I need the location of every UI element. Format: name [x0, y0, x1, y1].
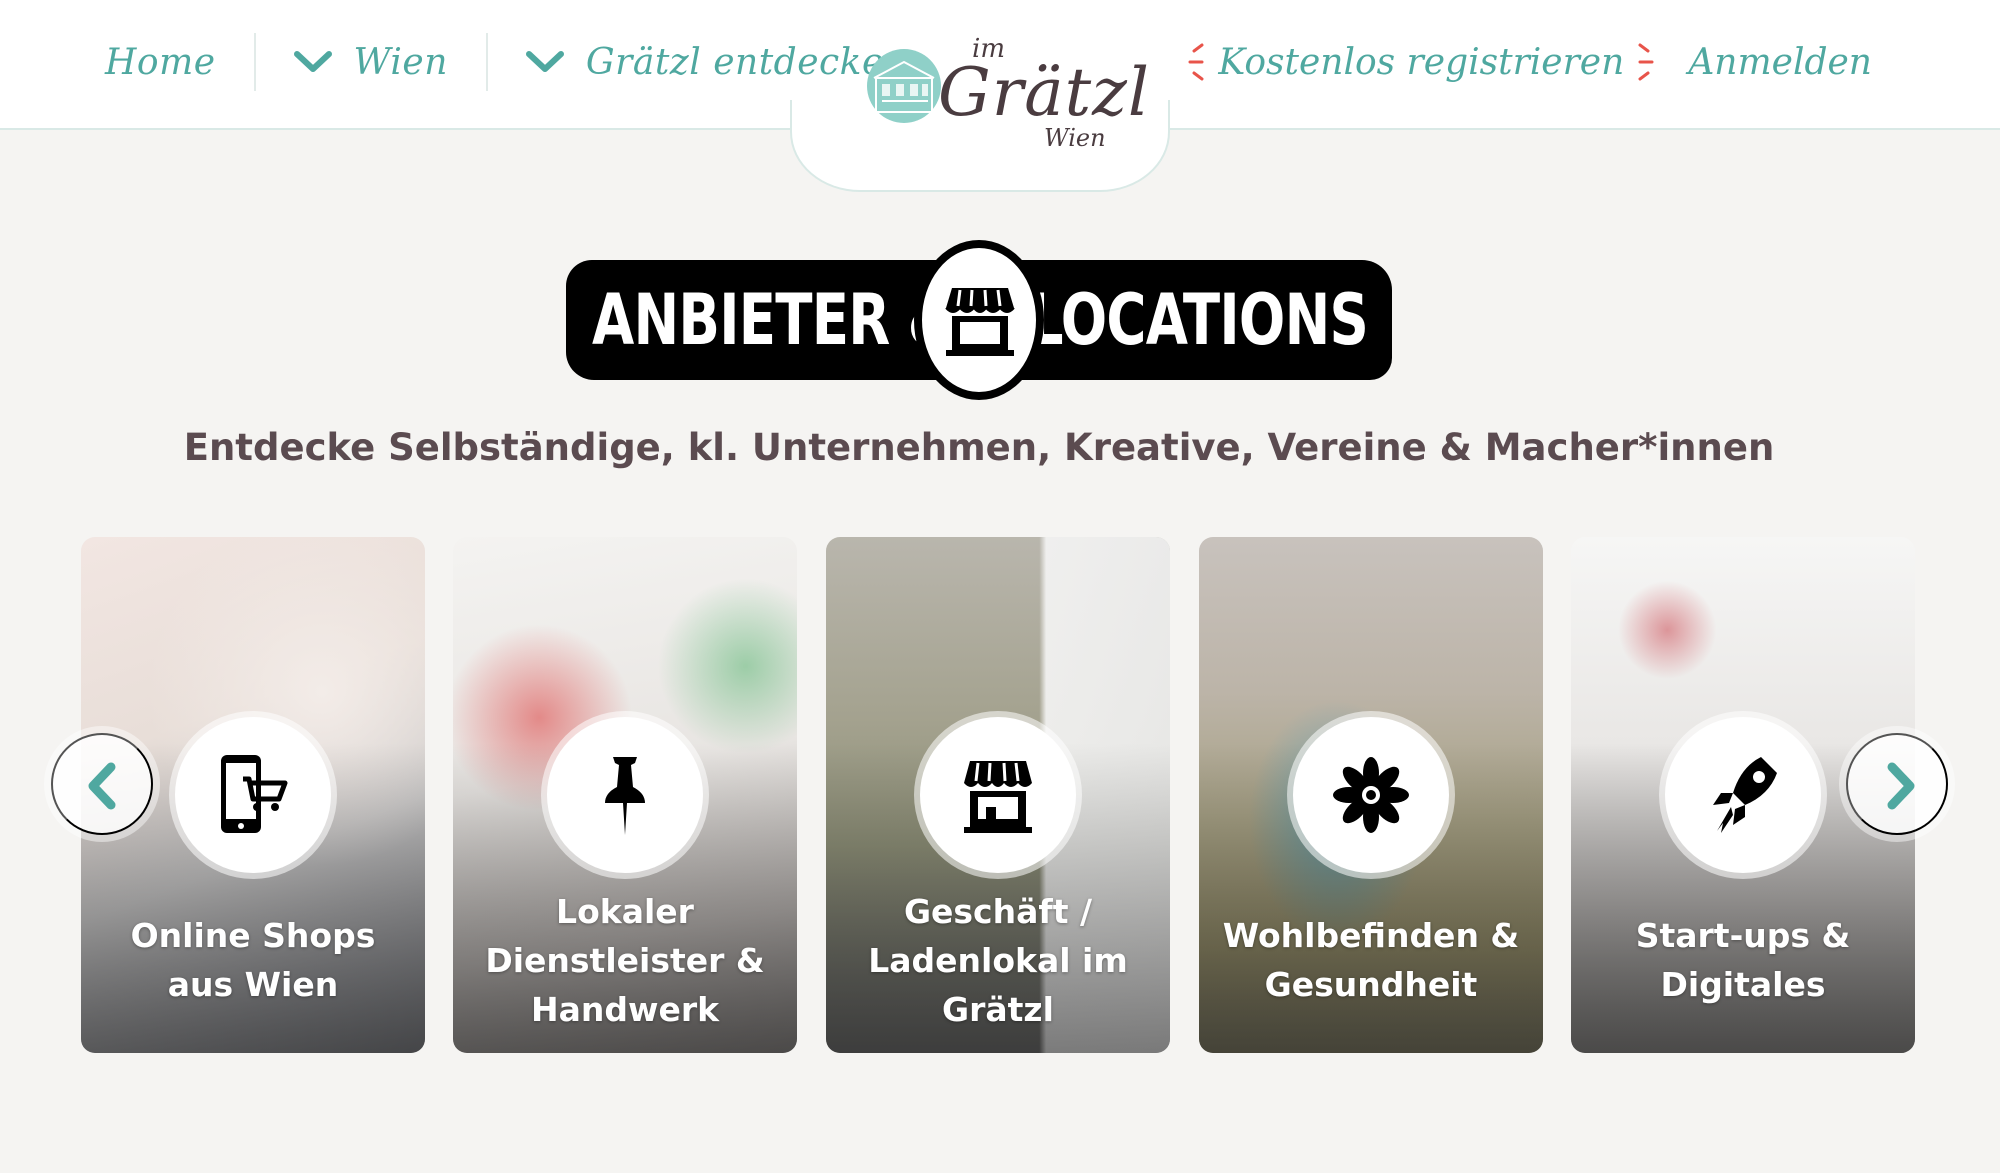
- nav-discover-label: Grätzl entdecken: [585, 41, 908, 83]
- pushpin-icon: [605, 757, 645, 835]
- nav-city-label: Wien: [353, 41, 448, 83]
- login-link[interactable]: Anmelden: [1688, 42, 1872, 83]
- nav-home-link[interactable]: Home: [105, 42, 216, 83]
- mobile-shopping-icon: [221, 755, 288, 833]
- card-label: Geschäft / Ladenlokal im Grätzl: [868, 892, 1128, 1029]
- logo-city: Wien: [1044, 124, 1106, 152]
- nav-city-dropdown[interactable]: Wien: [293, 41, 448, 83]
- card-label: Start-ups & Digitales: [1635, 916, 1851, 1004]
- chevron-left-icon: [88, 762, 116, 810]
- section-title-right: LOCATIONS: [1028, 279, 1369, 361]
- register-label: Kostenlos registrieren: [1218, 41, 1625, 83]
- section-title-banner: ANBIETER & LOCATIONS: [566, 240, 1392, 410]
- accent-dashes-left-icon: [1188, 43, 1204, 81]
- card-icon-badge: [1665, 717, 1821, 873]
- card-label: Online Shops aus Wien: [130, 916, 376, 1004]
- rocket-icon: [1713, 757, 1777, 833]
- carousel-prev-button[interactable]: [51, 733, 153, 835]
- lotus-flower-icon: [1333, 757, 1409, 833]
- accent-dashes-right-icon: [1638, 43, 1654, 81]
- logo-name: Grätzl: [938, 54, 1151, 131]
- storefront-icon: [945, 288, 1015, 356]
- account-nav: Kostenlos registrieren Anmelden: [1176, 30, 1872, 94]
- card-icon-badge: [1293, 717, 1449, 873]
- card-icon-badge: [920, 717, 1076, 873]
- category-card-shop-location[interactable]: Geschäft / Ladenlokal im Grätzl: [826, 537, 1170, 1053]
- building-badge-icon: [867, 49, 941, 123]
- section-title-left: ANBIETER &: [592, 279, 955, 361]
- nav-divider: [485, 33, 488, 91]
- storefront-icon: [964, 761, 1032, 833]
- site-logo[interactable]: im Grätzl Wien: [866, 30, 1149, 162]
- register-link[interactable]: Kostenlos registrieren: [1176, 41, 1666, 83]
- category-card-local-services[interactable]: Lokaler Dienstleister & Handwerk: [453, 537, 797, 1053]
- card-label: Wohlbefinden & Gesundheit: [1222, 916, 1520, 1004]
- nav-divider: [253, 33, 256, 91]
- main-nav: Home Wien Grätzl entdecken: [105, 30, 907, 94]
- chevron-right-icon: [1887, 762, 1915, 810]
- chevron-down-icon: [525, 51, 564, 72]
- section-subtitle: Entdecke Selbständige, kl. Unternehmen, …: [183, 426, 1775, 469]
- carousel-next-button[interactable]: [1846, 733, 1948, 835]
- card-label: Lokaler Dienstleister & Handwerk: [485, 892, 765, 1029]
- card-icon-badge: [175, 717, 331, 873]
- card-icon-badge: [547, 717, 703, 873]
- chevron-down-icon: [293, 51, 332, 72]
- category-card-wellbeing[interactable]: Wohlbefinden & Gesundheit: [1199, 537, 1543, 1053]
- nav-discover-dropdown[interactable]: Grätzl entdecken: [525, 41, 908, 83]
